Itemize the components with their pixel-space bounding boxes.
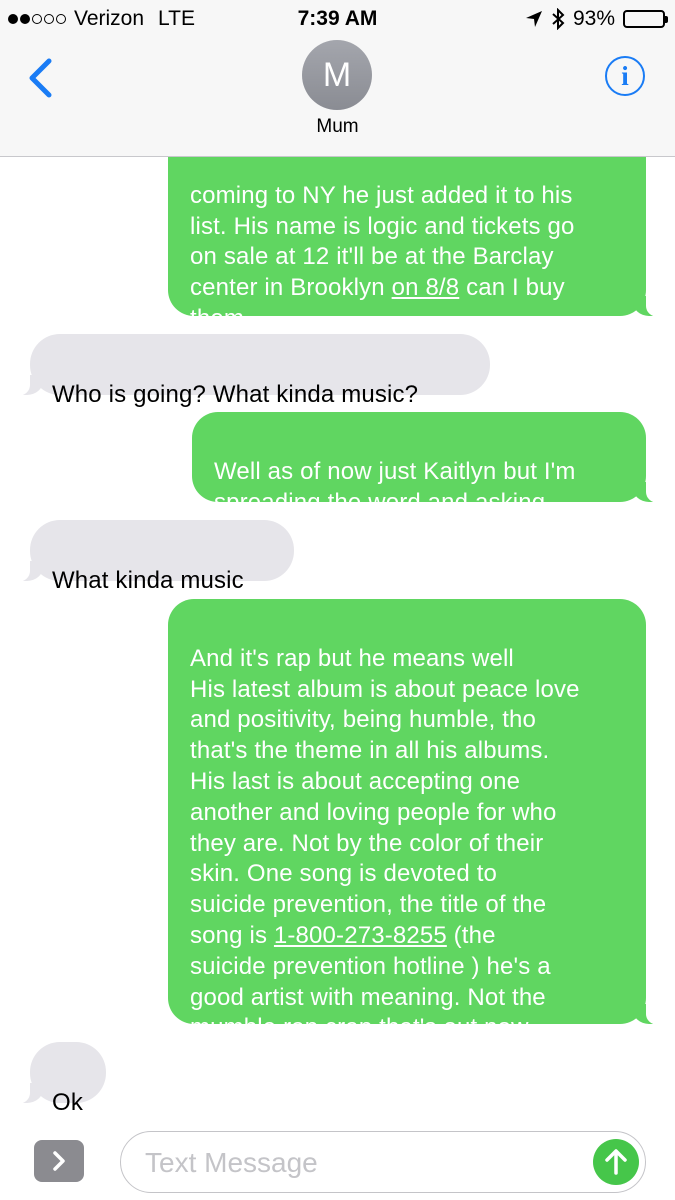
phone-number-link[interactable]: 1-800-273-8255 [274, 922, 447, 949]
message-input-container[interactable] [120, 1131, 646, 1193]
message-text: What kinda music [52, 566, 244, 594]
message-text: coming to NY he just added it to his lis… [190, 181, 575, 332]
date-link[interactable]: on 8/8 [392, 274, 460, 301]
chevron-left-icon [29, 58, 52, 98]
contact-avatar[interactable]: M [302, 40, 372, 110]
battery-percent: 93% [572, 7, 615, 30]
contact-name[interactable]: Mum [0, 116, 675, 138]
chevron-right-icon [53, 1151, 65, 1171]
status-right: 93% [525, 7, 668, 31]
battery-icon [623, 10, 668, 28]
info-button[interactable]: i [605, 56, 645, 96]
sent-message-bubble[interactable]: coming to NY he just added it to his lis… [168, 134, 670, 332]
expand-apps-button[interactable] [34, 1140, 84, 1182]
sent-message-bubble[interactable]: Well as of now just Kaitlyn but I'm spre… [192, 412, 670, 516]
location-arrow-icon [525, 11, 542, 27]
bluetooth-icon [552, 8, 565, 30]
received-message-bubble[interactable]: Who is going? What kinda music? [6, 334, 490, 408]
status-bar: Verizon LTE 7:39 AM 93% [0, 0, 675, 38]
conversation-header: Verizon LTE 7:39 AM 93% M Mum i [0, 0, 675, 157]
message-text: Well as of now just Kaitlyn but I'm spre… [214, 457, 576, 516]
message-text: And it's rap but he means well His lates… [190, 644, 580, 1042]
received-message-bubble[interactable]: What kinda music [6, 520, 294, 594]
send-button[interactable] [593, 1139, 639, 1185]
arrow-up-icon [605, 1149, 627, 1175]
sent-message-bubble[interactable]: And it's rap but he means well His lates… [168, 599, 670, 1041]
info-icon: i [621, 60, 629, 91]
message-text: Ok [52, 1088, 83, 1116]
message-input[interactable] [143, 1140, 577, 1186]
back-button[interactable] [20, 56, 60, 100]
received-message-bubble[interactable]: Ok [6, 1042, 106, 1116]
message-text: Who is going? What kinda music? [52, 380, 419, 408]
